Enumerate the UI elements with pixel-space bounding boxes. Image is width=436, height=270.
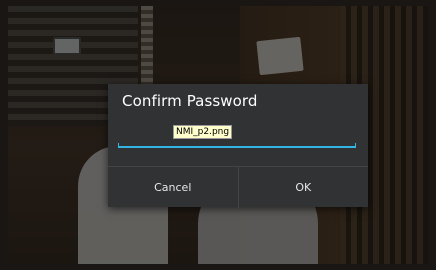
input-underline — [118, 143, 356, 148]
ok-button[interactable]: OK — [239, 167, 369, 208]
confirm-password-dialog: Confirm Password NMI_p2.png Cancel OK — [108, 84, 368, 208]
dialog-title: Confirm Password — [122, 92, 258, 110]
cancel-button[interactable]: Cancel — [108, 167, 238, 208]
password-input[interactable]: NMI_p2.png — [118, 122, 356, 148]
password-value: NMI_p2.png — [173, 125, 233, 139]
device-screen: Confirm Password NMI_p2.png Cancel OK — [8, 6, 428, 264]
dialog-button-bar: Cancel OK — [108, 166, 368, 208]
